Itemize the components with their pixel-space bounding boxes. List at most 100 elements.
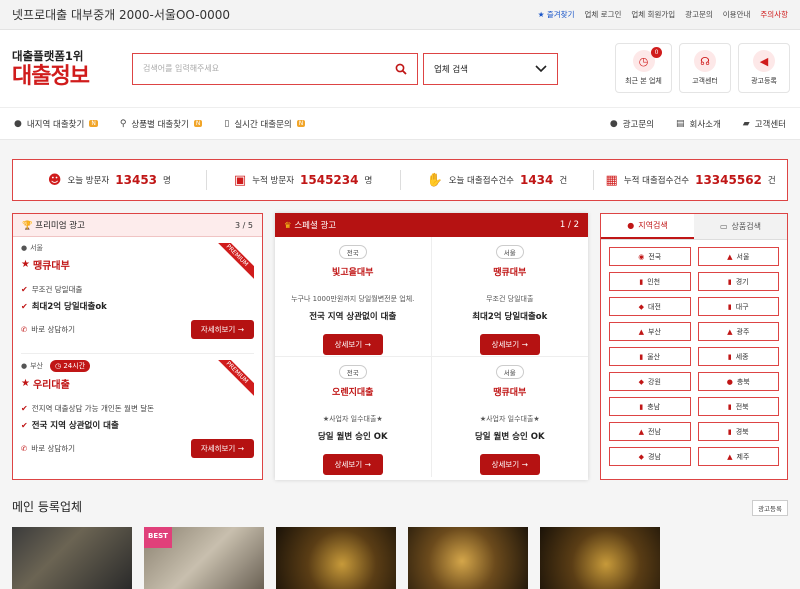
company-login-link[interactable]: 업체 로그인: [584, 9, 621, 20]
company-thumbnail[interactable]: [12, 527, 132, 589]
clock-icon: ◷: [55, 362, 62, 370]
region-tabs: ● 지역검색 ▭ 상품검색: [601, 214, 787, 240]
best-badge: BEST: [144, 527, 172, 548]
location-pin-icon: ●: [627, 221, 635, 230]
nav-product-loan[interactable]: ⚲ 상품별 대출찾기 N: [120, 118, 203, 130]
crown-icon: ♛: [284, 221, 292, 231]
nav-support[interactable]: ▰ 고객센터: [743, 118, 786, 130]
company-signup-link[interactable]: 업체 회원가입: [631, 9, 675, 20]
stats-bar: ☻ 오늘 방문자 13453 명 ▣ 누적 방문자 1545234 명 ✋ 오늘 대출접수건수…: [12, 159, 788, 201]
site-logo[interactable]: 대출플랫폼1위 대출정보: [12, 48, 124, 90]
stat-total-applications: ▦ 누적 대출접수건수 13345562 건: [605, 172, 776, 188]
search-icon[interactable]: [395, 63, 407, 75]
view-detail-button[interactable]: 상세보기 →: [322, 334, 383, 355]
nav-about[interactable]: ▤ 회사소개: [676, 118, 721, 130]
region-button[interactable]: ▲ 부산: [609, 322, 691, 341]
region-button[interactable]: ▲ 전남: [609, 422, 691, 441]
special-card[interactable]: 전국 오렌지대출 ★사업자 일수대출★ 당일 월변 승인 OK 상세보기 →: [275, 357, 432, 477]
view-detail-button[interactable]: 상세보기 →: [322, 454, 383, 475]
region-button[interactable]: ▮ 경기: [697, 272, 779, 291]
arrow-right-icon: →: [521, 460, 528, 469]
special-card[interactable]: 서울 땡큐대부 ★사업자 일수대출★ 당일 월변 승인 OK 상세보기 →: [432, 357, 589, 477]
check-icon: ✔: [21, 301, 28, 311]
detail-button[interactable]: 자세히보기 →: [190, 320, 254, 339]
view-detail-button[interactable]: 상세보기 →: [479, 334, 540, 355]
landmark-icon: ▮: [727, 427, 732, 436]
landmark-icon: ▮: [639, 402, 644, 411]
new-badge: N: [193, 120, 203, 127]
region-button[interactable]: ● 충북: [697, 372, 779, 391]
ad-inquiry-link[interactable]: 광고문의: [685, 9, 713, 20]
search-type-select[interactable]: 업체 검색: [423, 52, 558, 85]
premium-pager[interactable]: 3 / 5: [235, 221, 253, 230]
users-icon: ☻: [47, 172, 62, 188]
briefcase-icon: ▤: [676, 118, 685, 129]
trophy-icon: 🏆: [22, 221, 33, 231]
consult-link[interactable]: ✆ 바로 상담하기: [21, 443, 75, 454]
tab-product-search[interactable]: ▭ 상품검색: [694, 214, 787, 239]
ad-register-small-button[interactable]: 광고등록: [752, 500, 788, 516]
region-button[interactable]: ▮ 울산: [609, 347, 691, 366]
region-button[interactable]: ▮ 인천: [609, 272, 691, 291]
consult-link[interactable]: ✆ 바로 상담하기: [21, 324, 75, 335]
premium-card[interactable]: PREMIUM ● 서울 ★ 땡큐대부 ✔ 무조건 당일대출 ✔ 최대2억 당일대출ok…: [21, 243, 254, 354]
region-button[interactable]: ▲ 광주: [697, 322, 779, 341]
region-button[interactable]: ◆ 강원: [609, 372, 691, 391]
24h-badge: ◷ 24시간: [50, 360, 91, 372]
region-button[interactable]: ▮ 전북: [697, 397, 779, 416]
region-button[interactable]: ▲ 제주: [697, 447, 779, 466]
company-thumbnail[interactable]: [276, 527, 396, 589]
phone-icon: ✆: [21, 444, 28, 453]
chat-icon: ▰: [742, 118, 750, 129]
company-thumbnail[interactable]: BEST: [144, 527, 264, 589]
card-icon: ▭: [719, 222, 728, 231]
ad-register-button[interactable]: ◀ 광고등록: [738, 43, 790, 93]
landmark-icon: ▲: [638, 427, 644, 436]
region-button[interactable]: ▮ 대구: [697, 297, 779, 316]
caution-link[interactable]: 주의사항: [760, 9, 788, 20]
landmark-icon: ▮: [727, 352, 732, 361]
special-card[interactable]: 전국 빛고을대부 누구나 1000만원까지 당일월변전문 업체. 전국 지역 상…: [275, 237, 432, 357]
region-button[interactable]: ◆ 대전: [609, 297, 691, 316]
region-button[interactable]: ◆ 경남: [609, 447, 691, 466]
landmark-icon: ▮: [727, 402, 732, 411]
phone-icon: ✆: [21, 325, 28, 334]
landmark-icon: ◉: [638, 252, 645, 261]
nav-realtime-inquiry[interactable]: ▯ 실시간 대출문의 N: [224, 118, 306, 130]
region-badge: 서울: [495, 365, 524, 379]
special-card[interactable]: 서울 땡큐대부 무조건 당일대출 최대2억 당일대출ok 상세보기 →: [431, 237, 588, 357]
region-button[interactable]: ◉ 전국: [609, 247, 691, 266]
recent-viewed-button[interactable]: 0 ◷ 최근 본 업체: [615, 43, 672, 93]
tab-region-search[interactable]: ● 지역검색: [601, 214, 694, 239]
location-pin-icon: ●: [21, 244, 28, 252]
guide-link[interactable]: 이용안내: [723, 9, 751, 20]
nav-local-loan[interactable]: ● 내지역 대출찾기 N: [14, 118, 98, 130]
search-input[interactable]: 검색어를 입력해주세요: [132, 52, 418, 85]
check-icon: ✔: [21, 285, 28, 294]
star-icon: ★: [21, 378, 30, 389]
search-icon: ⚲: [119, 118, 127, 129]
arrow-right-icon: →: [364, 340, 371, 349]
arrow-right-icon: →: [521, 340, 528, 349]
mobile-icon: ▯: [224, 118, 230, 129]
company-thumbnail[interactable]: [540, 527, 660, 589]
view-detail-button[interactable]: 상세보기 →: [479, 454, 540, 475]
star-icon: ★: [21, 259, 30, 270]
customer-center-button[interactable]: ☊ 고객센터: [679, 43, 731, 93]
region-button[interactable]: ▲ 서울: [697, 247, 779, 266]
region-button[interactable]: ▮ 경북: [697, 422, 779, 441]
detail-button[interactable]: 자세히보기 →: [190, 439, 254, 458]
region-button[interactable]: ▮ 세종: [697, 347, 779, 366]
region-grid: ◉ 전국 ▲ 서울 ▮ 인천 ▮ 경기 ◆ 대전 ▮ 대구 ▲ 부산 ▲ 광주 ▮ 울산 ▮ 세종 ◆ 강원 ● 충북 ▮ 충남 ▮…: [601, 240, 787, 473]
special-pager[interactable]: 1 / 2: [560, 220, 579, 230]
new-badge: N: [89, 120, 98, 127]
location-pin-icon: ●: [14, 118, 22, 129]
location-pin-icon: ●: [21, 362, 28, 370]
region-button[interactable]: ▮ 충남: [609, 397, 691, 416]
company-thumbnails: BEST: [12, 527, 660, 589]
premium-card[interactable]: PREMIUM ● 부산 ◷ 24시간 ★ 우리대출 ✔ 전지역 대출상담 가능 개인돈…: [21, 360, 254, 471]
nav-ad-inquiry[interactable]: ● 광고문의: [610, 118, 654, 130]
headset-icon: ☊: [694, 50, 716, 72]
company-thumbnail[interactable]: [408, 527, 528, 589]
favorite-link[interactable]: ★ 즐겨찾기: [538, 9, 575, 20]
